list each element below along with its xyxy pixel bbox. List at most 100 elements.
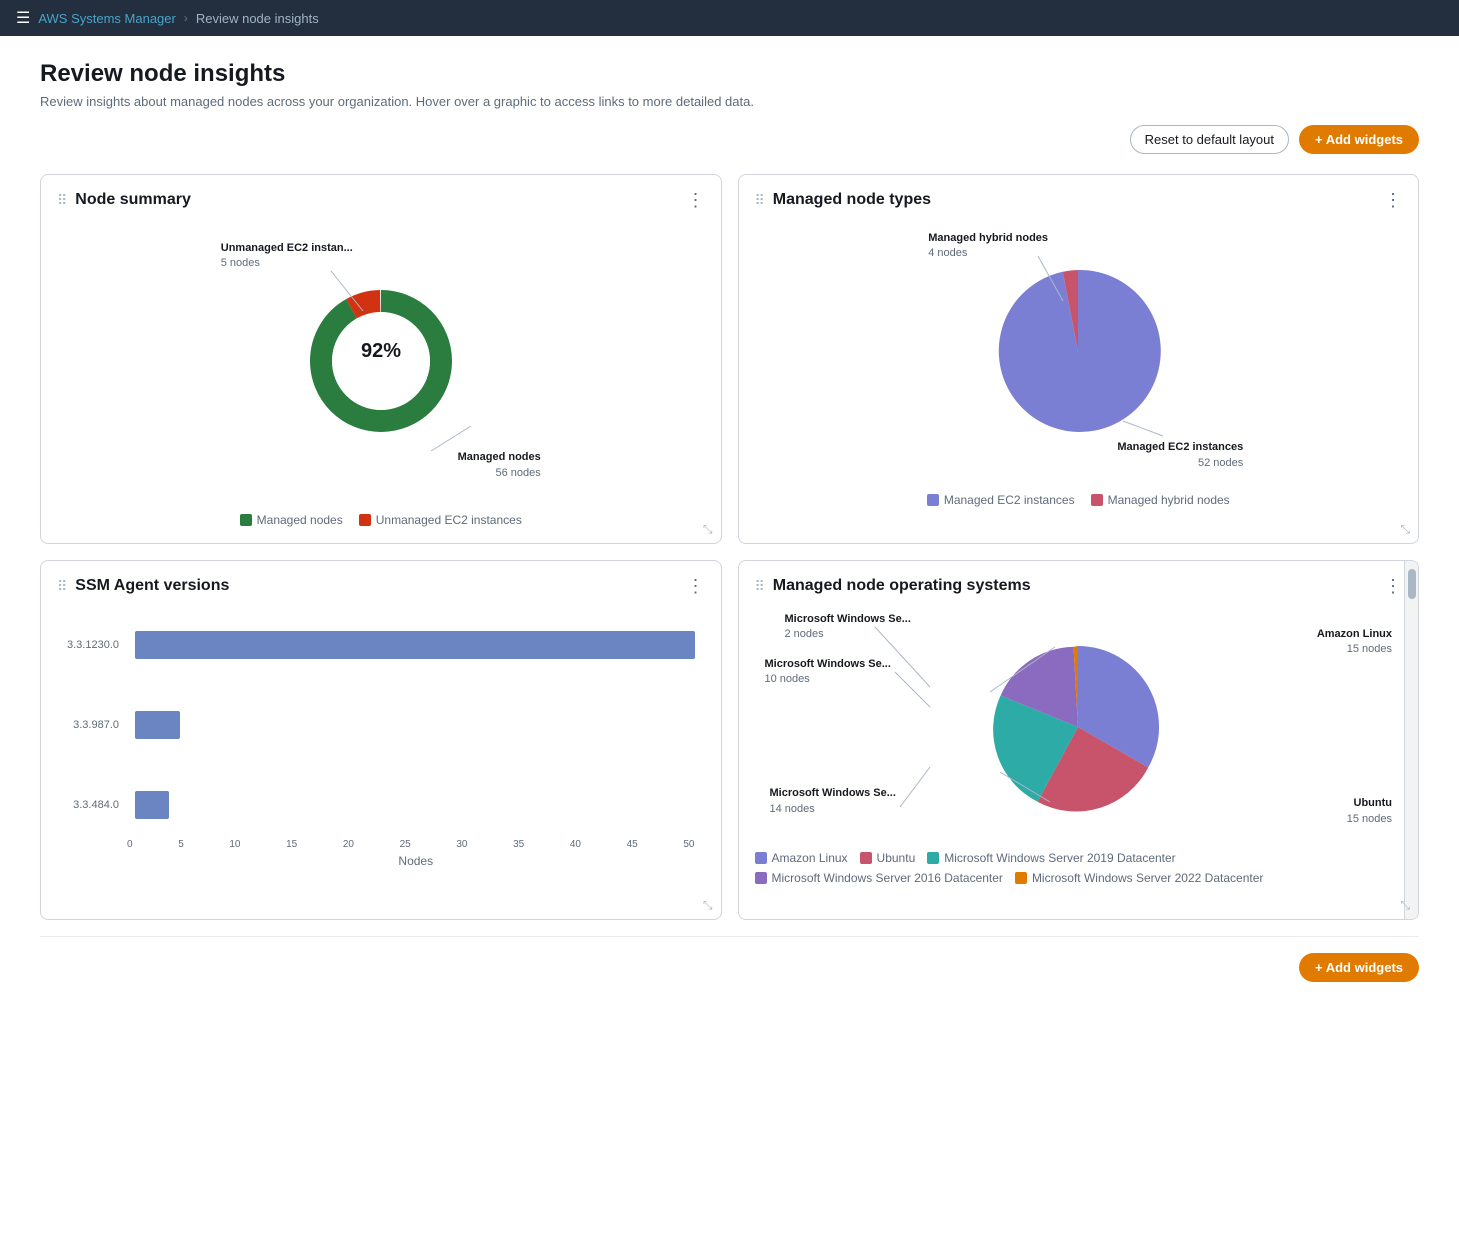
os-ms2-label: Microsoft Windows Se... 2 nodes <box>785 612 911 643</box>
page-header: Review node insights Review insights abo… <box>40 60 1419 109</box>
legend-unmanaged-ec2: Unmanaged EC2 instances <box>359 513 522 527</box>
ssm-agent-versions-title-row: ⠿ SSM Agent versions <box>57 577 229 595</box>
managed-node-os-widget: ⠿ Managed node operating systems ⋮ Micro… <box>738 560 1420 920</box>
donut-chart-svg: 92% <box>301 281 461 441</box>
bar-row-3: 3.3.484.0 <box>127 791 695 819</box>
legend-label-win2016: Microsoft Windows Server 2016 Datacenter <box>772 871 1003 885</box>
legend-ubuntu: Ubuntu <box>860 851 916 865</box>
legend-label-hybrid: Managed hybrid nodes <box>1108 493 1230 507</box>
os-pie-chart-svg <box>988 637 1168 817</box>
node-summary-menu-icon[interactable]: ⋮ <box>687 191 705 209</box>
managed-node-os-title-row: ⠿ Managed node operating systems <box>755 577 1031 595</box>
resize-handle-os[interactable]: ⤡ <box>1400 898 1410 913</box>
bar-fill-3 <box>135 791 169 819</box>
node-summary-title: Node summary <box>75 191 191 209</box>
managed-node-types-title: Managed node types <box>773 191 931 209</box>
drag-handle-icon-3[interactable]: ⠿ <box>57 578 67 595</box>
reset-layout-button[interactable]: Reset to default layout <box>1130 125 1289 154</box>
legend-dot-ubuntu <box>860 852 872 864</box>
svg-text:92%: 92% <box>361 340 401 362</box>
axis-tick-30: 30 <box>456 839 467 850</box>
legend-dot-red <box>359 514 371 526</box>
managed-node-types-widget: ⠿ Managed node types ⋮ Managed hybrid no… <box>738 174 1420 544</box>
ssm-agent-versions-title: SSM Agent versions <box>75 577 229 595</box>
axis-tick-25: 25 <box>400 839 411 850</box>
legend-label-ec2: Managed EC2 instances <box>944 493 1075 507</box>
drag-handle-icon[interactable]: ⠿ <box>57 192 67 209</box>
axis-tick-20: 20 <box>343 839 354 850</box>
axis-tick-35: 35 <box>513 839 524 850</box>
managed-node-os-header: ⠿ Managed node operating systems ⋮ <box>755 577 1403 595</box>
bar-track-3 <box>135 791 695 819</box>
page-title: Review node insights <box>40 60 1419 88</box>
legend-dot-blue <box>927 494 939 506</box>
toolbar: Reset to default layout + Add widgets <box>40 125 1419 154</box>
node-summary-header: ⠿ Node summary ⋮ <box>57 191 705 209</box>
bar-fill-1 <box>135 631 695 659</box>
legend-win2019: Microsoft Windows Server 2019 Datacenter <box>927 851 1175 865</box>
legend-ec2-instances: Managed EC2 instances <box>927 493 1075 507</box>
legend-dot-pink <box>1091 494 1103 506</box>
ssm-agent-versions-menu-icon[interactable]: ⋮ <box>687 577 705 595</box>
resize-handle-node-types[interactable]: ⤡ <box>1400 522 1410 537</box>
widgets-grid: ⠿ Node summary ⋮ Unmanaged EC2 instan...… <box>40 174 1419 920</box>
axis-tick-50: 50 <box>683 839 694 850</box>
bar-track-1 <box>135 631 695 659</box>
bottom-toolbar: + Add widgets <box>40 936 1419 982</box>
legend-amazon-linux: Amazon Linux <box>755 851 848 865</box>
legend-dot-win2016 <box>755 872 767 884</box>
node-summary-legend: Managed nodes Unmanaged EC2 instances <box>57 513 705 527</box>
managed-node-types-legend: Managed EC2 instances Managed hybrid nod… <box>755 493 1403 507</box>
add-widgets-button[interactable]: + Add widgets <box>1299 125 1419 154</box>
ssm-agent-versions-widget: ⠿ SSM Agent versions ⋮ 3.3.1230.0 <box>40 560 722 920</box>
bar-chart-inner: 3.3.1230.0 3.3.987.0 3.3.484 <box>57 615 705 835</box>
hamburger-icon[interactable]: ☰ <box>16 8 30 28</box>
resize-handle-ssm[interactable]: ⤡ <box>703 898 713 913</box>
managed-label: Managed nodes 56 nodes <box>458 450 541 481</box>
drag-handle-icon-2[interactable]: ⠿ <box>755 192 765 209</box>
bar-fill-2 <box>135 711 180 739</box>
node-summary-chart: Unmanaged EC2 instan... 5 nodes Managed … <box>57 221 705 501</box>
bar-label-3: 3.3.484.0 <box>57 799 127 811</box>
managed-node-os-menu-icon[interactable]: ⋮ <box>1384 577 1402 595</box>
ssm-agent-versions-chart: 3.3.1230.0 3.3.987.0 3.3.484 <box>57 607 705 867</box>
axis-tick-5: 5 <box>178 839 184 850</box>
os-legend: Amazon Linux Ubuntu Microsoft Windows Se… <box>755 851 1403 885</box>
drag-handle-icon-4[interactable]: ⠿ <box>755 578 765 595</box>
page-subtitle: Review insights about managed nodes acro… <box>40 94 1419 109</box>
hybrid-label: Managed hybrid nodes 4 nodes <box>928 231 1048 262</box>
pie-chart-svg <box>988 261 1168 441</box>
managed-node-types-chart: Managed hybrid nodes 4 nodes Managed EC2… <box>755 221 1403 481</box>
legend-label-amazon: Amazon Linux <box>772 851 848 865</box>
legend-managed-nodes: Managed nodes <box>240 513 343 527</box>
legend-hybrid-nodes: Managed hybrid nodes <box>1091 493 1230 507</box>
legend-dot-amazon <box>755 852 767 864</box>
page-container: Review node insights Review insights abo… <box>0 36 1459 1243</box>
os-ms10-label: Microsoft Windows Se... 10 nodes <box>765 657 891 688</box>
os-amazon-label: Amazon Linux 15 nodes <box>1317 627 1392 658</box>
axis-tick-45: 45 <box>627 839 638 850</box>
legend-dot-green <box>240 514 252 526</box>
axis-tick-15: 15 <box>286 839 297 850</box>
managed-node-types-menu-icon[interactable]: ⋮ <box>1384 191 1402 209</box>
legend-label-ubuntu: Ubuntu <box>877 851 916 865</box>
legend-dot-win2022 <box>1015 872 1027 884</box>
legend-label-unmanaged: Unmanaged EC2 instances <box>376 513 522 527</box>
nav-link-systems-manager[interactable]: AWS Systems Manager <box>38 11 176 26</box>
bottom-add-widgets-button[interactable]: + Add widgets <box>1299 953 1419 982</box>
bar-row-2: 3.3.987.0 <box>127 711 695 739</box>
ec2-label: Managed EC2 instances 52 nodes <box>1117 440 1243 471</box>
bar-track-2 <box>135 711 695 739</box>
resize-handle-node-summary[interactable]: ⤡ <box>703 522 713 537</box>
axis-tick-10: 10 <box>229 839 240 850</box>
bar-axis-title: Nodes <box>57 854 705 868</box>
breadcrumb-separator: › <box>184 11 188 25</box>
managed-node-types-title-row: ⠿ Managed node types <box>755 191 932 209</box>
bar-axis-labels: 0 5 10 15 20 25 30 35 40 45 50 <box>127 839 695 850</box>
top-navigation: ☰ AWS Systems Manager › Review node insi… <box>0 0 1459 36</box>
breadcrumb-current: Review node insights <box>196 11 319 26</box>
scrollbar[interactable] <box>1404 561 1418 919</box>
axis-tick-40: 40 <box>570 839 581 850</box>
legend-win2016: Microsoft Windows Server 2016 Datacenter <box>755 871 1003 885</box>
legend-label-win2019: Microsoft Windows Server 2019 Datacenter <box>944 851 1175 865</box>
